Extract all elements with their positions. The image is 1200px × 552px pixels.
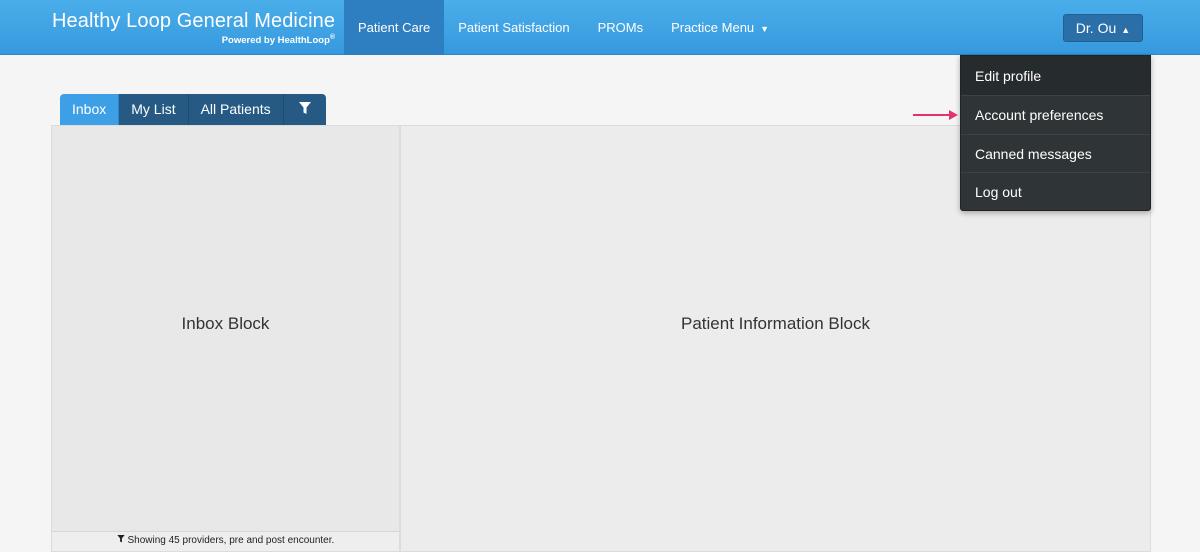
menu-item-edit-profile[interactable]: Edit profile [961, 56, 1150, 96]
menu-item-account-preferences[interactable]: Account preferences [961, 96, 1150, 135]
nav-patient-satisfaction[interactable]: Patient Satisfaction [444, 0, 583, 55]
brand-subtitle: Powered by HealthLoop® [221, 34, 336, 47]
menu-item-canned-messages[interactable]: Canned messages [961, 135, 1150, 173]
caret-up-icon: ▲ [1121, 25, 1131, 35]
tab-all-patients[interactable]: All Patients [188, 94, 284, 125]
nav-practice-menu[interactable]: Practice Menu ▼ [657, 0, 783, 55]
inbox-footer: Showing 45 providers, pre and post encou… [52, 531, 399, 551]
tab-inbox[interactable]: Inbox [60, 94, 120, 125]
menu-item-log-out[interactable]: Log out [961, 173, 1150, 212]
filter-icon [117, 535, 125, 546]
pointer-arrow-icon [913, 110, 958, 120]
inbox-block-label: Inbox Block [181, 314, 270, 333]
tab-my-list[interactable]: My List [119, 94, 189, 125]
nav-proms[interactable]: PROMs [584, 0, 658, 55]
brand[interactable]: Healthy Loop General Medicine Powered by… [52, 9, 336, 46]
nav-patient-care[interactable]: Patient Care [344, 0, 445, 55]
user-dropdown-menu: Edit profile Account preferences Canned … [960, 55, 1151, 211]
top-navbar: Healthy Loop General Medicine Powered by… [0, 0, 1200, 55]
brand-title: Healthy Loop General Medicine [52, 10, 336, 32]
filter-button[interactable] [283, 94, 326, 125]
inbox-tabs: Inbox My List All Patients [60, 94, 326, 125]
caret-down-icon: ▼ [760, 24, 770, 34]
main-nav: Patient Care Patient Satisfaction PROMs … [344, 0, 783, 55]
inbox-footer-text: Showing 45 providers, pre and post encou… [127, 535, 335, 546]
user-menu-button[interactable]: Dr. Ou ▲ [1063, 14, 1143, 42]
patient-block-label: Patient Information Block [681, 314, 870, 333]
filter-icon [298, 95, 311, 125]
inbox-block: Inbox Block Showing 45 providers, pre an… [51, 125, 400, 552]
